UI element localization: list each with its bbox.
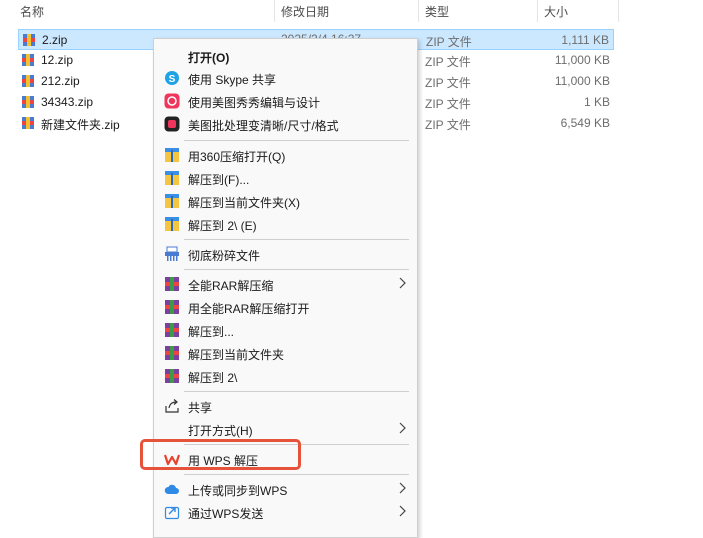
menu-label: 共享 [188, 401, 213, 415]
menu-item-open-with[interactable]: 打开方式(H) [156, 418, 415, 440]
menu-label: 解压到... [188, 325, 235, 339]
rar-icon [165, 346, 179, 360]
column-size[interactable]: 大小 [544, 3, 568, 20]
menu-separator [184, 391, 409, 392]
column-divider[interactable] [537, 0, 538, 22]
file-type: ZIP 文件 [426, 35, 472, 49]
column-divider[interactable] [274, 0, 275, 22]
menu-label: 用360压缩打开(Q) [188, 150, 286, 164]
meitu-batch-icon [164, 116, 180, 132]
zip-file-icon [22, 75, 34, 87]
menu-item-share[interactable]: 共享 [156, 395, 415, 417]
menu-item-open[interactable]: 打开(O) [156, 45, 415, 67]
archive-360-icon [165, 148, 179, 162]
menu-separator [184, 239, 409, 240]
file-size: 11,000 KB [554, 53, 610, 67]
menu-item-open-360[interactable]: 用360压缩打开(Q) [156, 144, 415, 166]
menu-item-extract-to-2[interactable]: 解压到 2\ (E) [156, 213, 415, 235]
svg-text:S: S [169, 74, 176, 85]
menu-item-rar-extract-2[interactable]: 解压到 2\ [156, 365, 415, 387]
menu-label: 解压到 2\ (E) [188, 219, 257, 233]
archive-360-icon [165, 171, 179, 185]
menu-item-shred[interactable]: 彻底粉碎文件 [156, 243, 415, 265]
column-name[interactable]: 名称 [20, 3, 44, 20]
highlight-box [140, 439, 301, 470]
meitu-icon [164, 93, 180, 109]
menu-label: 通过WPS发送 [188, 507, 264, 521]
menu-label: 打开(O) [188, 51, 230, 65]
menu-label: 解压到当前文件夹 [188, 348, 285, 362]
menu-separator [184, 269, 409, 270]
menu-item-send-wps[interactable]: 通过WPS发送 [156, 501, 415, 523]
rar-icon [165, 323, 179, 337]
file-name: 新建文件夹.zip [41, 118, 120, 132]
rar-icon [165, 300, 179, 314]
file-size: 1,111 KB [561, 33, 609, 47]
file-name: 12.zip [41, 53, 74, 67]
column-divider[interactable] [418, 0, 419, 22]
file-size: 11,000 KB [554, 74, 610, 88]
rar-icon [165, 369, 179, 383]
file-type: ZIP 文件 [425, 97, 471, 111]
zip-file-icon [23, 34, 35, 46]
menu-item-meitu-edit[interactable]: 使用美图秀秀编辑与设计 [156, 90, 415, 112]
menu-item-rar-extract-here[interactable]: 解压到当前文件夹 [156, 342, 415, 364]
menu-item-upload-wps[interactable]: 上传或同步到WPS [156, 478, 415, 500]
column-type[interactable]: 类型 [425, 3, 449, 20]
menu-item-rar-extract[interactable]: 全能RAR解压缩 [156, 273, 415, 295]
file-type: ZIP 文件 [425, 76, 471, 90]
share-icon [165, 399, 179, 413]
column-date[interactable]: 修改日期 [281, 3, 329, 20]
column-header: 名称 修改日期 类型 大小 [0, 0, 703, 22]
zip-file-icon [22, 117, 34, 129]
menu-label: 用全能RAR解压缩打开 [188, 302, 310, 316]
menu-label: 全能RAR解压缩 [188, 279, 274, 293]
archive-360-icon [165, 194, 179, 208]
menu-item-extract-here[interactable]: 解压到当前文件夹(X) [156, 190, 415, 212]
chevron-right-icon [399, 277, 406, 289]
menu-label: 彻底粉碎文件 [188, 249, 261, 263]
file-type: ZIP 文件 [425, 118, 471, 132]
file-name: 2.zip [42, 33, 68, 47]
menu-label: 美图批处理变清晰/尺寸/格式 [188, 119, 339, 133]
menu-label: 解压到当前文件夹(X) [188, 196, 300, 210]
chevron-right-icon [399, 505, 406, 517]
archive-360-icon [165, 217, 179, 231]
menu-item-rar-extract-to[interactable]: 解压到... [156, 319, 415, 341]
column-divider[interactable] [618, 0, 619, 22]
menu-label: 解压到(F)... [188, 173, 250, 187]
file-name: 34343.zip [41, 95, 94, 109]
skype-icon: S [165, 71, 179, 85]
menu-label: 使用 Skype 共享 [188, 73, 277, 87]
menu-item-rar-open[interactable]: 用全能RAR解压缩打开 [156, 296, 415, 318]
cloud-icon [164, 484, 179, 494]
file-name: 212.zip [41, 74, 80, 88]
menu-item-skype-share[interactable]: S 使用 Skype 共享 [156, 67, 415, 89]
menu-separator [184, 474, 409, 475]
file-size: 1 KB [583, 95, 610, 109]
chevron-right-icon [399, 482, 406, 494]
file-type: ZIP 文件 [425, 55, 471, 69]
file-size: 6,549 KB [560, 116, 610, 130]
menu-label: 解压到 2\ [188, 371, 238, 385]
zip-file-icon [22, 54, 34, 66]
menu-separator [184, 140, 409, 141]
menu-label: 使用美图秀秀编辑与设计 [188, 96, 321, 110]
send-icon [164, 506, 180, 520]
rar-icon [165, 277, 179, 291]
chevron-right-icon [399, 422, 406, 434]
menu-label: 打开方式(H) [188, 424, 253, 438]
menu-item-meitu-batch[interactable]: 美图批处理变清晰/尺寸/格式 [156, 113, 415, 135]
menu-label: 上传或同步到WPS [188, 484, 288, 498]
shredder-icon [165, 246, 179, 261]
zip-file-icon [22, 96, 34, 108]
menu-item-extract-to[interactable]: 解压到(F)... [156, 167, 415, 189]
